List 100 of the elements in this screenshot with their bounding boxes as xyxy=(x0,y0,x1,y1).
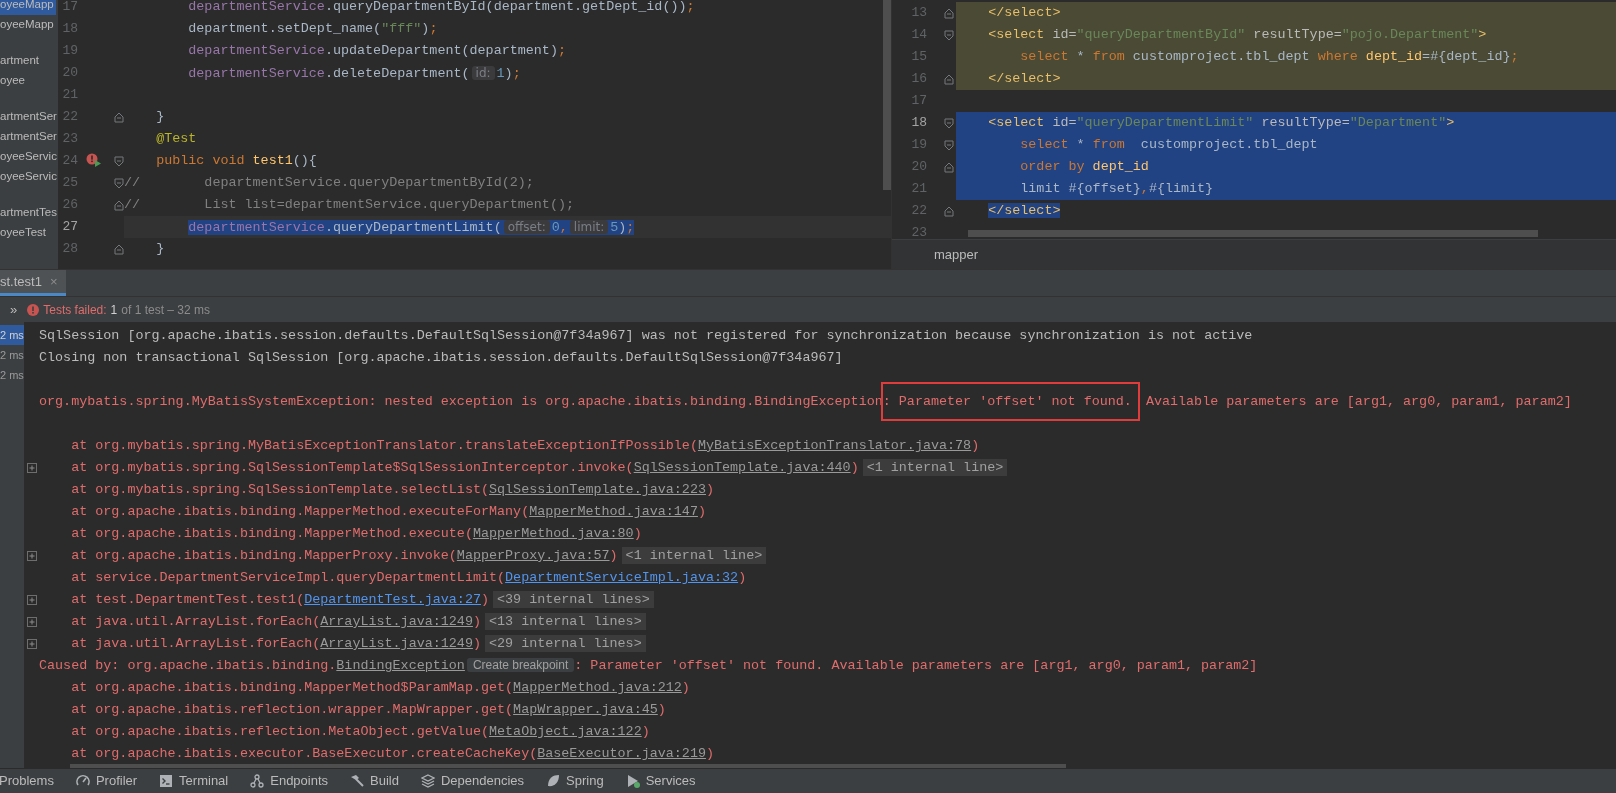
expand-icon[interactable] xyxy=(27,551,37,561)
fold-icon[interactable] xyxy=(114,177,124,189)
code-line: public void test1(){ xyxy=(155,152,317,170)
link[interactable]: SqlSessionTemplate.java:223 xyxy=(489,481,706,497)
tree-item[interactable]: oyeeServic xyxy=(0,167,58,187)
expand-icon[interactable] xyxy=(27,595,37,605)
fold-icon[interactable] xyxy=(944,139,954,151)
fold-icon[interactable] xyxy=(114,243,124,255)
line-number: 28 xyxy=(61,240,78,259)
tool-window-button[interactable]: Dependencies xyxy=(441,771,525,791)
link[interactable]: SqlSessionTemplate.java:440 xyxy=(633,459,851,475)
link[interactable]: DepartmentServiceImpl.java:32 xyxy=(505,569,739,585)
link[interactable]: MapWrapper.java:45 xyxy=(513,701,658,717)
link[interactable]: DepartmentTest.java:27 xyxy=(304,591,481,607)
line-number: 14 xyxy=(910,26,927,45)
scrollbar[interactable] xyxy=(883,0,891,190)
tree-item[interactable]: oyee xyxy=(0,71,27,91)
scrollbar[interactable] xyxy=(968,230,1538,238)
code-line: department.setDept_name("fff"); xyxy=(187,20,438,38)
line-number: 16 xyxy=(910,70,927,89)
link[interactable]: ArrayList.java:1249 xyxy=(320,635,473,651)
line-number: 18 xyxy=(61,20,78,39)
fold-icon[interactable] xyxy=(114,111,124,123)
code-line: </select> xyxy=(987,4,1061,22)
line-number: 20 xyxy=(61,64,78,83)
fold-icon[interactable] xyxy=(944,29,954,41)
line-number: 20 xyxy=(910,158,927,177)
gauge-icon xyxy=(75,774,90,788)
folded-lines-note[interactable]: <1 internal line> xyxy=(621,546,767,564)
tool-window-button[interactable]: Terminal xyxy=(179,771,229,791)
folded-lines-note[interactable]: <1 internal line> xyxy=(862,458,1008,476)
tree-item[interactable]: oyeeServic xyxy=(0,147,58,167)
layers-icon xyxy=(421,774,435,788)
test-time[interactable]: 2 ms xyxy=(0,365,24,385)
link[interactable]: ArrayList.java:1249 xyxy=(320,613,473,629)
expand-icon[interactable] xyxy=(27,639,37,649)
fold-icon[interactable] xyxy=(944,117,954,129)
fold-icon[interactable] xyxy=(944,73,954,85)
line-number: 17 xyxy=(61,0,78,17)
line-number: 27 xyxy=(61,218,78,237)
tool-window-button[interactable]: Problems xyxy=(0,771,54,791)
failed-count: 1 xyxy=(110,301,118,319)
link[interactable]: MyBatisExceptionTranslator.java:78 xyxy=(697,437,972,453)
link[interactable]: MetaObject.java:122 xyxy=(489,723,642,739)
test-time[interactable]: 2 ms xyxy=(0,345,24,365)
expand-icon[interactable] xyxy=(27,617,37,627)
folded-lines-note[interactable]: <29 internal lines> xyxy=(485,634,646,652)
code-line: // List list=departmentService.queryDepartment(); xyxy=(124,196,574,214)
fold-icon[interactable] xyxy=(944,7,954,19)
test-summary: of 1 test – 32 ms xyxy=(121,301,210,319)
tree-item[interactable]: artment xyxy=(0,51,41,71)
create-breakpoint-button[interactable]: Create breakpoint xyxy=(466,657,575,672)
tool-window-button[interactable]: Services xyxy=(645,771,696,791)
link[interactable]: MapperMethod.java:80 xyxy=(472,525,634,541)
console-line: Closing non transactional SqlSession [org.apache.ibatis.session.defaults.DefaultSqlSession@7f34a967] xyxy=(39,348,843,367)
status-text: Tests failed: xyxy=(43,301,107,319)
code-line: departmentService.deleteDepartment( id: 1); xyxy=(187,65,521,83)
more-button[interactable]: » xyxy=(10,299,18,320)
link[interactable]: BaseExecutor.java:219 xyxy=(537,745,706,761)
code-line: <select id="queryDepartmentLimit" resultType="Department"> xyxy=(987,114,1455,132)
tree-item[interactable]: artmentSer xyxy=(0,107,58,127)
console-line: at org.apache.ibatis.reflection.MetaObject.getValue(MetaObject.java:122) xyxy=(70,722,650,741)
line-number: 13 xyxy=(910,4,927,23)
test-time[interactable]: 2 ms xyxy=(0,325,24,345)
tree-item[interactable]: oyeeMapp xyxy=(0,15,56,35)
code-line: } xyxy=(155,108,165,126)
link[interactable]: MapperProxy.java:57 xyxy=(456,547,610,563)
code-line: } xyxy=(155,240,165,258)
fold-icon[interactable] xyxy=(944,205,954,217)
line-number: 21 xyxy=(910,180,927,199)
code-line: </select> xyxy=(987,70,1061,88)
fold-icon[interactable] xyxy=(114,199,124,211)
fold-icon[interactable] xyxy=(114,155,124,167)
code-line: select * from customproject.tbl_dept xyxy=(1019,136,1318,154)
link[interactable]: MapperMethod.java:212 xyxy=(513,679,682,695)
tool-window-button[interactable]: Build xyxy=(370,771,399,791)
run-tab[interactable]: st.test1 × xyxy=(0,270,66,296)
console-line: at java.util.ArrayList.forEach(ArrayList.java:1249) <13 internal lines> xyxy=(39,611,646,633)
tool-window-button[interactable]: Endpoints xyxy=(270,771,329,791)
link[interactable]: MapperMethod.java:147 xyxy=(529,503,698,519)
console-line: at org.mybatis.spring.SqlSessionTemplate$SqlSessionInterceptor.invoke(SqlSessionTemplate.java:440) <1 internal line> xyxy=(39,457,1008,479)
tree-item[interactable]: artmentTes xyxy=(0,203,58,223)
breadcrumb[interactable]: mapper xyxy=(934,244,979,265)
link[interactable]: BindingException xyxy=(336,657,465,673)
console-line: at service.DepartmentServiceImpl.queryDepartmentLimit(DepartmentServiceImpl.java:32) xyxy=(70,568,747,587)
console-line: at org.apache.ibatis.executor.BaseExecutor.createCacheKey(BaseExecutor.java:219) xyxy=(70,744,714,763)
tool-window-button[interactable]: Spring xyxy=(566,771,604,791)
fold-icon[interactable] xyxy=(944,161,954,173)
expand-icon[interactable] xyxy=(27,463,37,473)
tree-item[interactable]: oyeeTest xyxy=(0,223,49,243)
line-number: 23 xyxy=(910,224,927,240)
tool-window-button[interactable]: Profiler xyxy=(95,771,138,791)
tree-item[interactable]: artmentSer xyxy=(0,127,58,147)
folded-lines-note[interactable]: <39 internal lines> xyxy=(493,590,654,608)
run-test-icon[interactable] xyxy=(86,153,102,167)
code-line: departmentService.queryDepartmentById(department.getDept_id()); xyxy=(187,0,695,16)
tree-item[interactable]: oyeeMapp xyxy=(0,0,56,15)
folded-lines-note[interactable]: <13 internal lines> xyxy=(485,612,646,630)
code-line: <select id="queryDepartmentById" resultType="pojo.Department"> xyxy=(987,26,1487,44)
line-number: 22 xyxy=(910,202,927,221)
